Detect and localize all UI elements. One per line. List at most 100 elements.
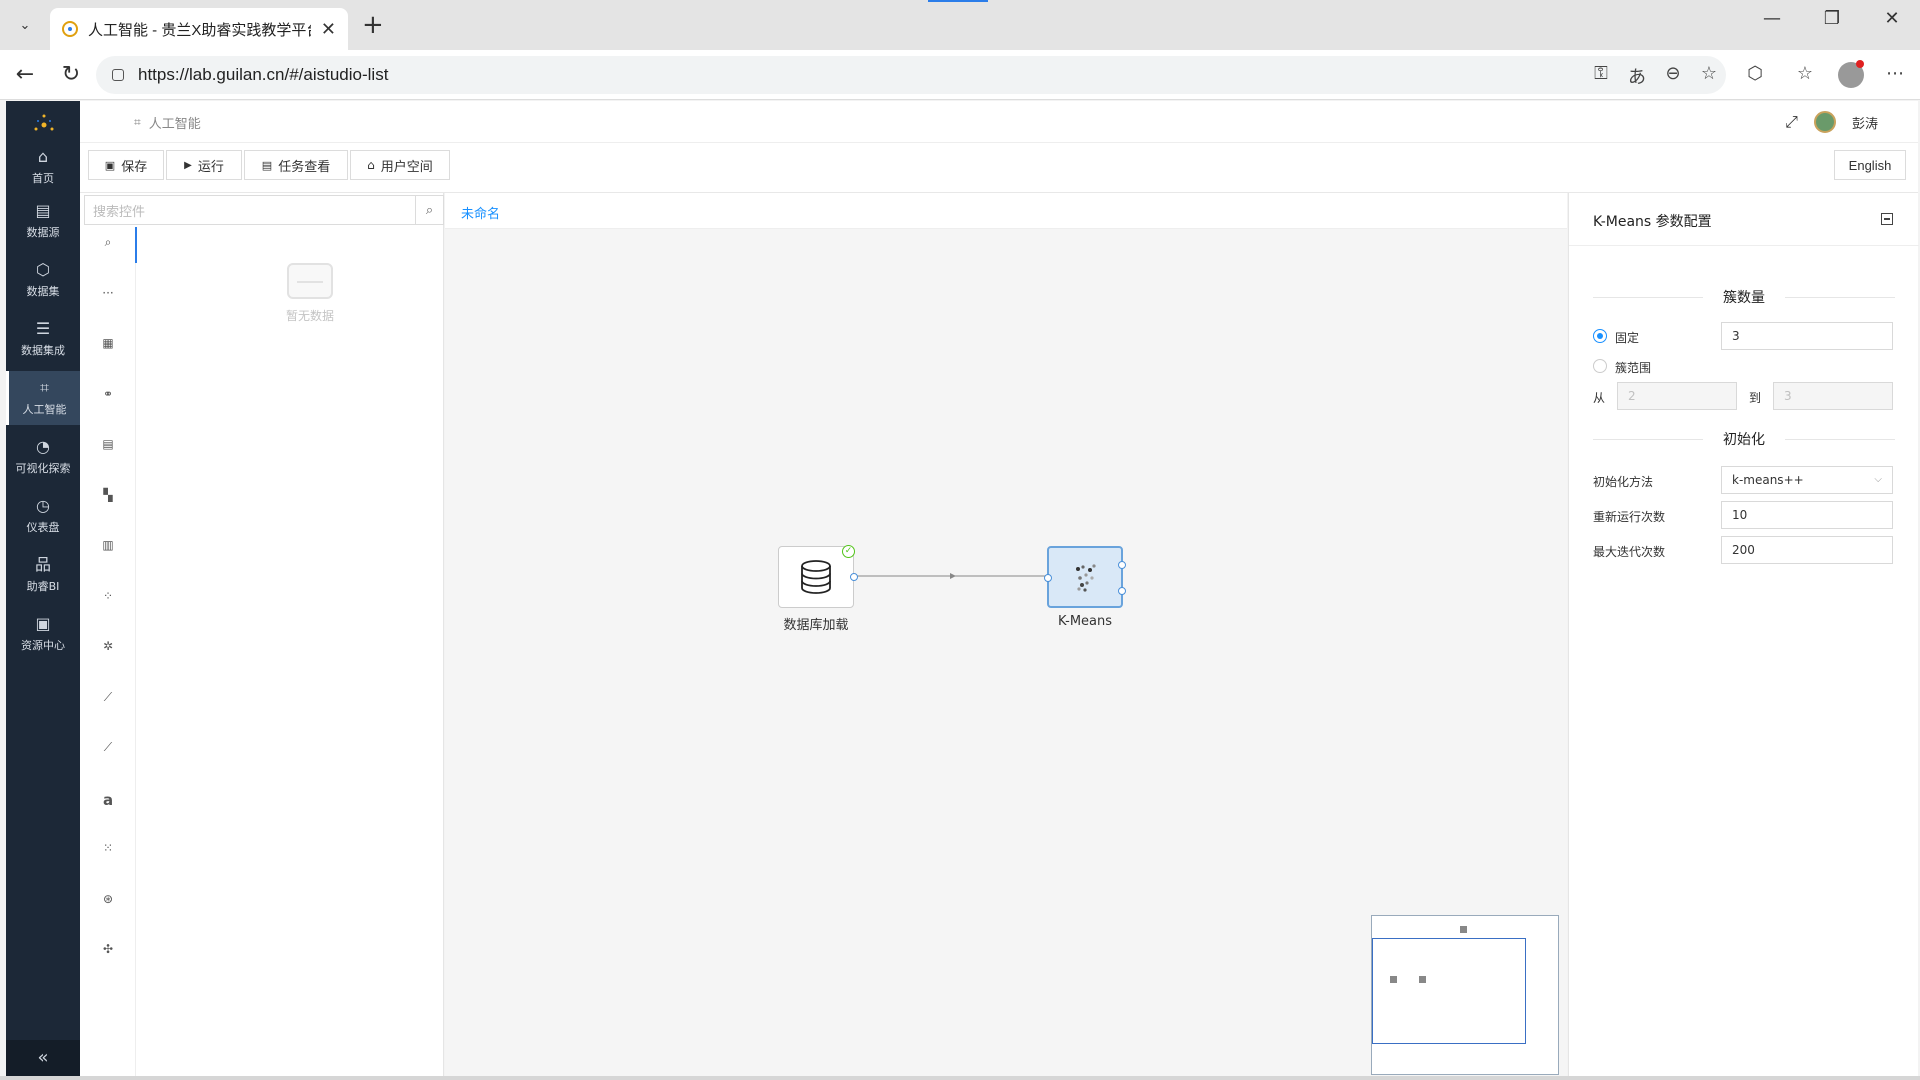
search-icon: ⌕ [425,202,434,218]
sidebar-item-0[interactable]: ⌂ 首页 [6,140,80,194]
table-icon[interactable]: ▦ [98,336,118,350]
favicon-icon [62,21,78,37]
resource-icon: ▣ [35,614,51,633]
tasks-button[interactable]: ▤ 任务查看 [244,150,348,180]
init-method-select[interactable]: k-means++ ⌵ [1721,466,1893,494]
section-initialization: 初始化 [1593,429,1895,449]
component-search-input[interactable]: 搜索控件 [84,195,416,225]
ai-icon: ⌗ [134,115,141,129]
input-port[interactable] [1044,574,1052,582]
pie-chart-icon: ◔ [36,437,50,456]
fixed-cluster-input[interactable]: 3 [1721,322,1893,350]
network-icon[interactable]: ✣ [98,942,118,956]
output-port[interactable] [850,573,858,581]
panel-title: K-Means 参数配置 [1593,214,1712,230]
more-options-icon[interactable]: ⋯ [1882,63,1908,84]
org-chart-icon: 品 [34,555,51,574]
minimize-button[interactable]: — [1752,8,1792,29]
line-chart-icon[interactable]: ⟋ [98,690,118,705]
zoom-out-icon[interactable]: ⊖ [1660,63,1686,84]
user-space-button[interactable]: ⌂ 用户空间 [350,150,450,180]
workflow-canvas[interactable]: 未命名 ✓ 数据库加载 K-Means [445,193,1567,1076]
max-iter-label: 最大迭代次数 [1593,545,1666,559]
notification-dot [1856,60,1864,68]
sidebar-item-5[interactable]: ◔ 可视化探索 [6,430,80,484]
sidebar-item-label: 人工智能 [22,403,67,416]
link-icon[interactable]: ⚭ [98,387,118,401]
cluster-icon[interactable]: ⁙ [98,841,118,855]
ai-icon: ⌗ [39,378,49,397]
sidebar-collapse-button[interactable]: « [6,1040,80,1076]
text-icon[interactable]: a [98,791,118,809]
save-button[interactable]: ▣ 保存 [88,150,164,180]
avatar[interactable] [1813,111,1836,133]
gauge-icon: ◷ [36,496,50,515]
collapse-icon[interactable] [1881,213,1893,225]
back-button[interactable]: ← [10,62,40,88]
restore-button[interactable]: ❐ [1812,8,1852,29]
grid-icon[interactable]: ▚ [98,488,118,502]
url-field[interactable]: https://lab.guilan.cn/#/aistudio-list [96,56,1726,94]
close-window-button[interactable]: ✕ [1872,8,1912,29]
close-icon[interactable]: ✕ [321,19,336,40]
range-to-input[interactable]: 3 [1773,382,1893,410]
tree-icon[interactable]: ✲ [98,639,118,653]
search-icon[interactable]: ⌕ [98,235,118,250]
sidebar-item-2[interactable]: ⬡ 数据集 [6,253,80,307]
search-button[interactable]: ⌕ [416,195,444,225]
sidebar-item-label: 仪表盘 [26,521,60,534]
fullscreen-icon[interactable]: ⤢ [1785,112,1798,132]
task-list-icon: ▤ [261,158,273,172]
output-port[interactable] [1118,561,1126,569]
page-header: ⌗ 人工智能 ⤢ 彭涛 [80,101,1918,143]
sidebar-item-1[interactable]: ▤ 数据源 [6,194,80,248]
bar-icon[interactable]: ▥ [98,538,118,552]
breadcrumb: ⌗ 人工智能 [134,113,201,132]
empty-state: 暂无数据 [260,263,360,324]
integration-icon: ☰ [35,319,51,338]
translate-icon[interactable]: あ [1624,63,1650,89]
sidebar-item-6[interactable]: ◷ 仪表盘 [6,489,80,543]
range-from-input[interactable]: 2 [1617,382,1737,410]
tab-title: 人工智能 - 贵兰X助睿实践教学平台 [88,21,311,39]
rerun-label: 重新运行次数 [1593,510,1666,524]
area-chart-icon[interactable]: ⟋ [98,740,118,755]
address-bar: ← ↻ https://lab.guilan.cn/#/aistudio-lis… [0,50,1920,100]
more-icon[interactable]: ··· [98,286,118,300]
scatter-icon[interactable]: ⁘ [98,589,118,603]
atom-icon[interactable]: ⊛ [98,892,118,906]
sidebar-item-8[interactable]: ▣ 资源中心 [6,607,80,661]
language-button[interactable]: English [1834,150,1906,180]
sidebar-item-7[interactable]: 品助睿BI [6,548,80,602]
horizontal-scrollbar[interactable] [0,1076,1920,1080]
username[interactable]: 彭涛 [1852,113,1878,132]
rerun-count-input[interactable]: 10 [1721,501,1893,529]
sidebar-item-label: 可视化探索 [15,462,71,475]
toolbar: ▣ 保存 ▶ 运行 ▤ 任务查看 ⌂ 用户空间 English [80,143,1918,193]
refresh-button[interactable]: ↻ [56,62,86,88]
parameter-panel: K-Means 参数配置 簇数量 固定 3 簇范围 从 2 到 3 初始化 初始… [1568,193,1919,1076]
minimap-viewport[interactable] [1372,938,1526,1044]
extensions-icon[interactable]: ⬡ [1742,63,1768,84]
radio-range[interactable] [1593,359,1607,373]
favorite-star-icon[interactable]: ☆ [1696,63,1722,84]
run-button[interactable]: ▶ 运行 [166,150,242,180]
node-database-load[interactable]: ✓ [778,545,858,608]
range-label: 簇范围 [1615,361,1652,375]
sidebar-item-label: 数据源 [26,226,60,239]
minimap[interactable] [1371,915,1559,1075]
sidebar-item-4[interactable]: ⌗ 人工智能 [6,371,80,425]
radio-fixed[interactable] [1593,329,1607,343]
sidebar-item-label: 资源中心 [21,639,65,652]
node-kmeans[interactable] [1044,546,1126,608]
max-iter-input[interactable]: 200 [1721,536,1893,564]
tab-list-button[interactable]: ⌄ [10,12,40,38]
card-icon[interactable]: ▤ [98,437,118,451]
database-icon: ▤ [35,201,51,220]
new-tab-button[interactable]: + [362,12,384,38]
sidebar-item-3[interactable]: ☰ 数据集成 [6,312,80,366]
output-port[interactable] [1118,587,1126,595]
favorites-list-icon[interactable]: ☆ [1792,63,1818,84]
key-icon[interactable]: ⚿ [1588,63,1614,84]
browser-tab[interactable]: 人工智能 - 贵兰X助睿实践教学平台 ✕ [50,8,348,50]
